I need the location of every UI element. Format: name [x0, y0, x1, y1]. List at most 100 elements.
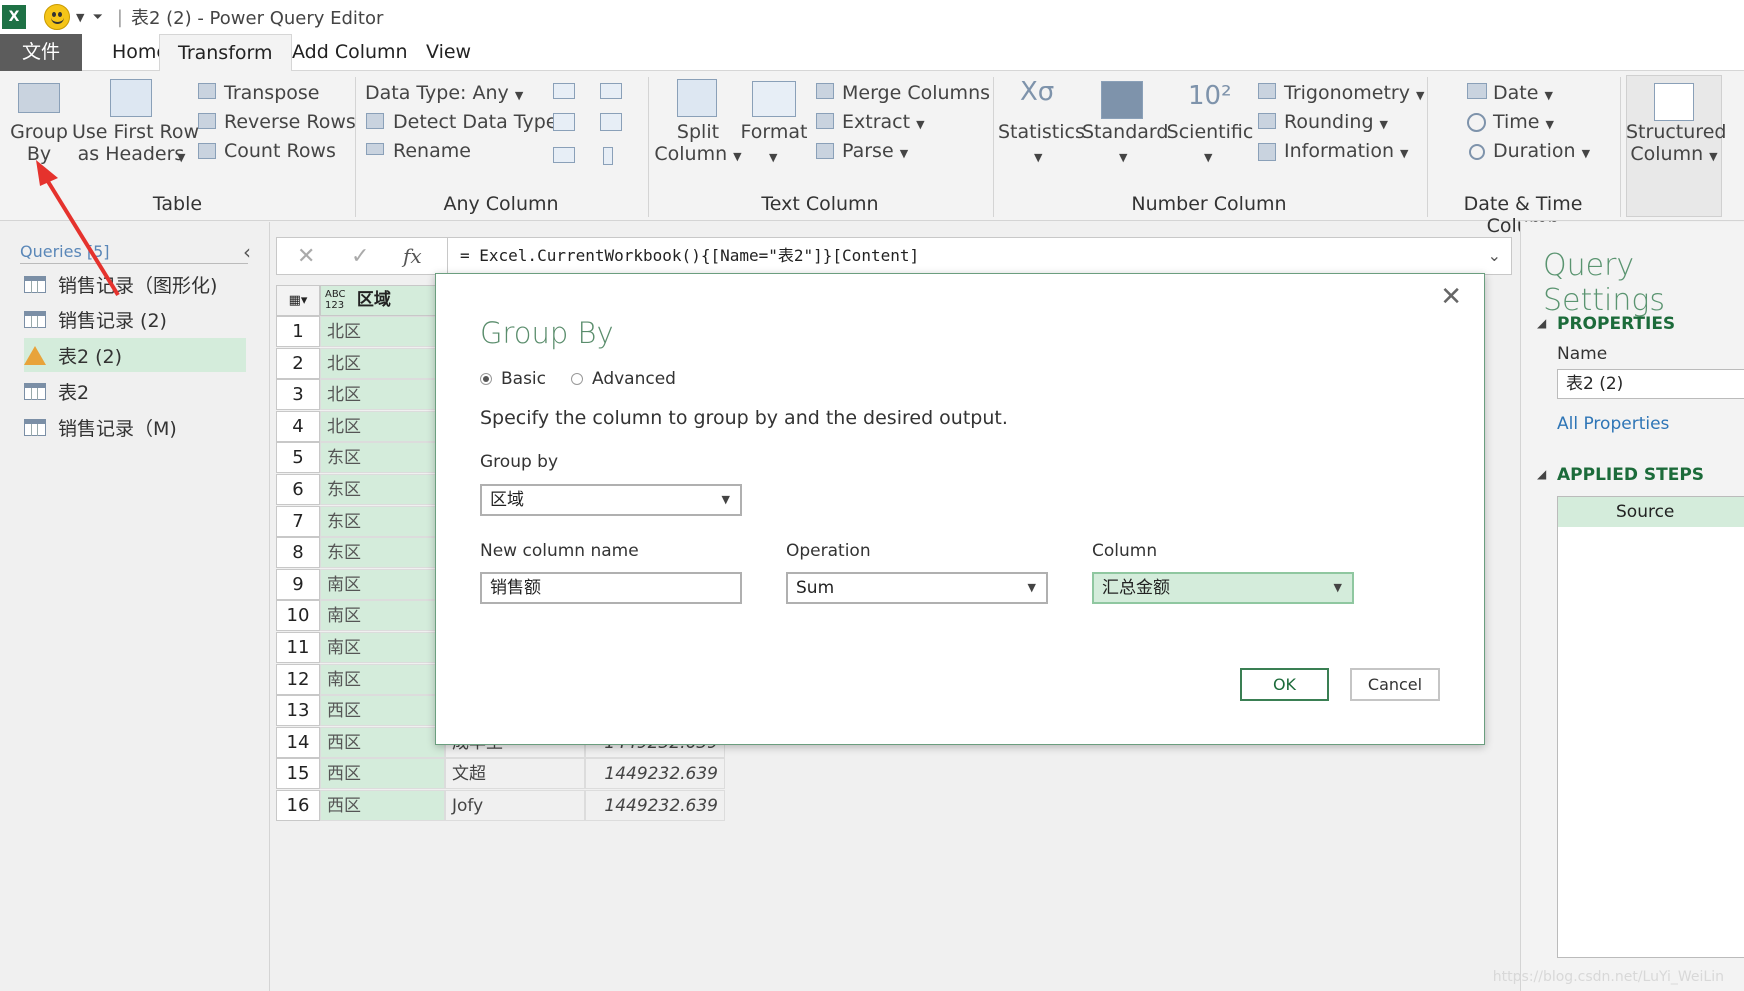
move-icon[interactable]	[553, 147, 575, 163]
standard-button[interactable]: Standard	[1082, 121, 1168, 143]
operation-select[interactable]: Sum ▼	[786, 572, 1048, 604]
all-properties-link[interactable]: All Properties	[1557, 414, 1669, 434]
rename-button[interactable]: Rename	[393, 140, 471, 162]
split-column-icon[interactable]	[677, 79, 717, 117]
row-number[interactable]: 1	[276, 316, 320, 347]
transpose-button[interactable]: Transpose	[224, 82, 319, 104]
close-icon[interactable]: ✕	[1440, 282, 1462, 312]
row-number[interactable]: 15	[276, 758, 320, 790]
split-column-line1[interactable]: Split	[652, 121, 744, 143]
cell-region[interactable]: 东区	[320, 474, 445, 505]
query-item[interactable]: 销售记录（图形化)	[24, 267, 246, 301]
cell-region[interactable]: 北区	[320, 316, 445, 347]
cell-region[interactable]: 北区	[320, 347, 445, 379]
row-number[interactable]: 5	[276, 442, 320, 474]
step-source[interactable]: Source	[1558, 497, 1744, 527]
row-number[interactable]: 16	[276, 790, 320, 821]
merge-columns-button[interactable]: Merge Columns	[842, 82, 990, 104]
feedback-smiley-icon[interactable]	[44, 4, 70, 30]
convert-list-icon[interactable]	[603, 147, 613, 165]
reverse-rows-button[interactable]: Reverse Rows	[224, 111, 356, 133]
statistics-button[interactable]: Statistics	[998, 121, 1085, 143]
cell-region[interactable]: 西区	[320, 695, 445, 727]
format-button[interactable]: Format	[740, 121, 808, 143]
tab-transform[interactable]: Transform	[159, 34, 292, 72]
cell-region[interactable]: 西区	[320, 758, 445, 790]
cell-amount[interactable]: 1449232.639	[585, 758, 725, 790]
detect-data-type-button[interactable]: Detect Data Type	[393, 111, 557, 133]
row-number[interactable]: 2	[276, 347, 320, 379]
replace-values-icon[interactable]	[553, 83, 575, 99]
extract-button[interactable]: Extract ▼	[842, 111, 925, 133]
formula-input[interactable]: = Excel.CurrentWorkbook(){[Name="表2"]}[C…	[447, 238, 1477, 274]
row-number[interactable]: 8	[276, 537, 320, 569]
count-rows-button[interactable]: Count Rows	[224, 140, 336, 162]
structured-column-line1[interactable]: Structured	[1626, 121, 1726, 143]
cell-name[interactable]: Jofy	[445, 790, 585, 821]
row-number[interactable]: 7	[276, 505, 320, 537]
chevron-down-icon[interactable]: ▼	[1034, 151, 1042, 164]
cell-region[interactable]: 东区	[320, 442, 445, 474]
expand-formula-icon[interactable]: ⌄	[1488, 246, 1501, 265]
cell-region[interactable]: 西区	[320, 726, 445, 758]
row-number[interactable]: 10	[276, 600, 320, 632]
row-number[interactable]: 13	[276, 695, 320, 727]
pivot-icon[interactable]	[600, 113, 622, 131]
fill-down-icon[interactable]	[553, 113, 575, 131]
split-column-line2[interactable]: Column ▼	[652, 143, 744, 165]
customize-qat-icon[interactable]: ⏷	[92, 10, 102, 25]
cell-region[interactable]: 南区	[320, 600, 445, 632]
commit-formula-icon[interactable]: ✓	[351, 244, 369, 269]
ok-button[interactable]: OK	[1240, 668, 1329, 701]
chevron-down-icon[interactable]: ▼	[177, 151, 185, 164]
group-by-button-line2[interactable]: By	[8, 143, 70, 165]
row-number[interactable]: 3	[276, 379, 320, 411]
trigonometry-dropdown[interactable]: Trigonometry ▼	[1284, 82, 1424, 104]
chevron-down-icon[interactable]: ▼	[769, 151, 777, 164]
query-item[interactable]: 表2	[24, 374, 246, 408]
statistics-icon[interactable]: Χσ	[1020, 77, 1054, 107]
cell-region[interactable]: 南区	[320, 568, 445, 600]
unpivot-icon[interactable]	[600, 83, 622, 99]
cell-region[interactable]: 东区	[320, 505, 445, 537]
parse-button[interactable]: Parse ▼	[842, 140, 908, 162]
tab-view[interactable]: View	[408, 34, 489, 71]
collapse-triangle-icon[interactable]: ◢	[1537, 467, 1546, 481]
query-item[interactable]: 销售记录（M)	[24, 410, 246, 444]
tab-add-column[interactable]: Add Column	[274, 34, 426, 71]
queries-header[interactable]: Queries [5]	[20, 242, 248, 264]
column-select[interactable]: 汇总金额 ▼	[1092, 572, 1354, 604]
cell-name[interactable]: 文超	[445, 758, 585, 790]
fx-icon[interactable]: fx	[403, 244, 422, 268]
row-number[interactable]: 11	[276, 632, 320, 663]
chevron-down-icon[interactable]: ▼	[1204, 151, 1212, 164]
cell-region[interactable]: 南区	[320, 663, 445, 695]
row-number[interactable]: 6	[276, 474, 320, 505]
time-dropdown[interactable]: Time ▼	[1493, 111, 1554, 133]
group-by-button-line1[interactable]: Group	[8, 121, 70, 143]
duration-dropdown[interactable]: Duration ▼	[1493, 140, 1590, 162]
row-number[interactable]: 12	[276, 663, 320, 695]
data-type-dropdown[interactable]: Data Type: Any ▼	[365, 82, 523, 104]
group-by-icon[interactable]	[18, 83, 60, 113]
date-dropdown[interactable]: Date ▼	[1493, 82, 1553, 104]
use-first-row-line1[interactable]: Use First Row	[72, 121, 199, 143]
cell-amount[interactable]: 1449232.639	[585, 790, 725, 821]
query-item-selected[interactable]: 表2 (2)	[24, 338, 246, 372]
column-header-region[interactable]: ABC 123 区域	[320, 285, 445, 316]
quick-access-dropdown-icon[interactable]: ▼	[76, 11, 84, 24]
use-first-row-line2[interactable]: as Headers	[72, 143, 190, 165]
group-by-select[interactable]: 区域 ▼	[480, 484, 742, 516]
scientific-button[interactable]: Scientific	[1166, 121, 1254, 143]
structured-column-icon[interactable]	[1654, 83, 1694, 121]
cell-region[interactable]: 南区	[320, 632, 445, 663]
use-first-row-icon[interactable]	[110, 79, 152, 117]
structured-column-line2[interactable]: Column ▼	[1626, 143, 1722, 165]
information-dropdown[interactable]: Information ▼	[1284, 140, 1409, 162]
row-number[interactable]: 4	[276, 410, 320, 442]
scientific-icon[interactable]: 10²	[1188, 81, 1232, 111]
radio-basic[interactable]: Basic	[480, 369, 546, 389]
collapse-triangle-icon[interactable]: ◢	[1537, 316, 1546, 330]
radio-advanced[interactable]: Advanced	[571, 369, 676, 389]
cell-region[interactable]: 北区	[320, 379, 445, 411]
